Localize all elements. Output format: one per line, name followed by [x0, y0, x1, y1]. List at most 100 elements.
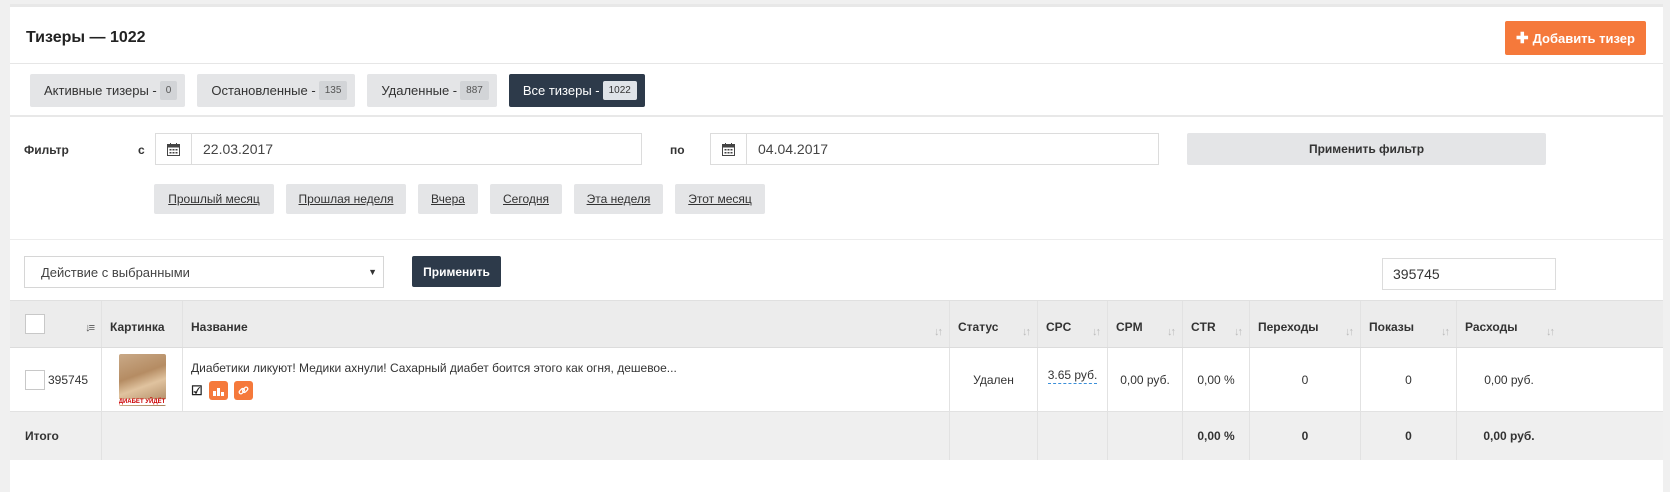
cpm-value: 0,00 руб.: [1120, 372, 1170, 387]
filter-label: Фильтр: [24, 143, 69, 157]
tab-label: Все тизеры -: [522, 83, 600, 98]
col-cpc[interactable]: CPC ↓↑: [1038, 301, 1108, 347]
sort-icon[interactable]: ↓↑: [1345, 326, 1354, 338]
quick-this-month[interactable]: Этот месяц: [675, 184, 765, 214]
quick-this-week[interactable]: Эта неделя: [574, 184, 663, 214]
plus-icon: ✚: [1516, 29, 1529, 47]
teasers-panel: Тизеры — 1022 ✚ Добавить тизер Активные …: [10, 4, 1663, 492]
stats-chart-icon[interactable]: [208, 381, 228, 400]
quick-today[interactable]: Сегодня: [490, 184, 562, 214]
cpm-cell: 0,00 руб.: [1108, 348, 1183, 411]
calendar-icon[interactable]: [711, 134, 747, 164]
add-teaser-label: Добавить тизер: [1532, 30, 1635, 46]
sort-icon[interactable]: ↓↑: [934, 326, 943, 338]
totals-empty-cell: [1038, 412, 1108, 460]
col-cpm[interactable]: CPM ↓↑: [1108, 301, 1183, 347]
apply-filter-button[interactable]: Применить фильтр: [1187, 133, 1546, 165]
tab-count-badge: 887: [460, 81, 489, 100]
totals-views: 0: [1405, 429, 1412, 443]
col-clicks[interactable]: Переходы ↓↑: [1250, 301, 1361, 347]
select-all-checkbox[interactable]: [25, 314, 45, 334]
col-status[interactable]: Статус ↓↑: [950, 301, 1038, 347]
sort-icon[interactable]: ↓↑: [1234, 326, 1243, 338]
page-title: Тизеры — 1022: [26, 29, 146, 46]
name-cell: Диабетики ликуют! Медики ахнули! Сахарны…: [183, 348, 950, 411]
teaser-image[interactable]: ДИАБЕТ УЙДЁТ: [118, 353, 166, 406]
table-row: 395745 ДИАБЕТ УЙДЁТ Диабетики ликуют! Ме…: [10, 348, 1663, 412]
col-ctr[interactable]: CTR ↓↑: [1183, 301, 1250, 347]
sort-icon[interactable]: ↓↑: [1441, 326, 1450, 338]
tab-count-badge: 135: [318, 81, 348, 100]
spend-value: 0,00 руб.: [1484, 372, 1534, 387]
sort-icon[interactable]: ↓↑: [1167, 326, 1176, 338]
totals-ctr: 0,00 %: [1197, 429, 1235, 443]
status-cell: Удален: [950, 348, 1038, 411]
apply-action-button[interactable]: Применить: [412, 256, 501, 287]
quick-yesterday[interactable]: Вчера: [418, 184, 478, 214]
row-checkbox[interactable]: [25, 369, 45, 390]
totals-clicks: 0: [1301, 429, 1309, 443]
sort-icon[interactable]: ↓↑: [1092, 326, 1101, 338]
teaser-name[interactable]: Диабетики ликуют! Медики ахнули! Сахарны…: [191, 361, 677, 375]
totals-clicks-cell: 0: [1250, 412, 1361, 460]
select-all-cell: ↓≡: [10, 301, 102, 347]
divider: [10, 239, 1663, 240]
tab-label: Активные тизеры -: [44, 83, 157, 98]
caret-down-icon: ▼: [368, 267, 377, 277]
clicks-value: 0: [1301, 372, 1309, 387]
spend-cell: 0,00 руб.: [1457, 348, 1561, 411]
totals-views-cell: 0: [1361, 412, 1457, 460]
col-spend[interactable]: Расходы ↓↑: [1457, 301, 1561, 347]
totals-ctr-cell: 0,00 %: [1183, 412, 1250, 460]
totals-label: Итого: [25, 429, 59, 443]
tab-count-badge: 0: [159, 81, 178, 100]
date-from-field[interactable]: 22.03.2017: [155, 133, 642, 165]
link-icon[interactable]: [233, 381, 253, 400]
status-value: Удален: [973, 372, 1014, 387]
totals-spend: 0,00 руб.: [1483, 429, 1535, 443]
image-cell: ДИАБЕТ УЙДЁТ: [102, 348, 183, 411]
date-to-value[interactable]: 04.04.2017: [747, 134, 1158, 164]
tab-deleted[interactable]: Удаленные - 887: [367, 74, 497, 107]
tab-label: Удаленные -: [381, 83, 458, 98]
quick-last-month[interactable]: Прошлый месяц: [154, 184, 274, 214]
quick-last-week[interactable]: Прошлая неделя: [286, 184, 406, 214]
sort-icon[interactable]: ↓↑: [1022, 326, 1031, 338]
col-image: Картинка: [102, 301, 183, 347]
totals-spend-cell: 0,00 руб.: [1457, 412, 1561, 460]
ctr-cell: 0,00 %: [1183, 348, 1250, 411]
views-value: 0: [1405, 372, 1412, 387]
add-teaser-button[interactable]: ✚ Добавить тизер: [1505, 21, 1646, 55]
panel-header: Тизеры — 1022 ✚ Добавить тизер: [10, 7, 1663, 64]
ctr-value: 0,00 %: [1197, 372, 1235, 387]
views-cell: 0: [1361, 348, 1457, 411]
sort-icon[interactable]: ↓↑: [1546, 326, 1555, 338]
totals-empty-cell: [1108, 412, 1183, 460]
cpc-cell: 3.65 руб.: [1038, 348, 1108, 411]
date-from-label: с: [138, 143, 145, 157]
tab-stopped[interactable]: Остановленные - 135: [197, 74, 356, 107]
checkbox-check-icon[interactable]: ☑: [191, 383, 203, 399]
date-from-value[interactable]: 22.03.2017: [192, 134, 641, 164]
tab-all[interactable]: Все тизеры - 1022: [508, 74, 645, 107]
tab-label: Остановленные -: [211, 83, 316, 98]
teaser-image-caption: ДИАБЕТ УЙДЁТ: [118, 398, 166, 405]
totals-empty-cell: [102, 412, 950, 460]
bulk-action-select[interactable]: Действие с выбранными ▼: [24, 256, 384, 288]
totals-label-cell: Итого: [10, 412, 102, 460]
tab-active[interactable]: Активные тизеры - 0: [30, 74, 186, 107]
bulk-action-value: Действие с выбранными: [41, 264, 190, 280]
tab-count-badge: 1022: [602, 81, 637, 100]
col-name[interactable]: Название ↓↑: [183, 301, 950, 347]
sort-desc-icon[interactable]: ↓≡: [85, 322, 95, 334]
table-footer-totals: Итого 0,00 % 0 0 0,00 руб.: [10, 412, 1663, 460]
search-input[interactable]: [1382, 258, 1556, 290]
calendar-icon[interactable]: [156, 134, 192, 164]
col-views[interactable]: Показы ↓↑: [1361, 301, 1457, 347]
row-select-cell: 395745: [10, 348, 102, 411]
row-action-icons: ☑: [191, 381, 253, 400]
status-tabs: Активные тизеры - 0 Остановленные - 135 …: [30, 74, 645, 107]
date-to-field[interactable]: 04.04.2017: [710, 133, 1159, 165]
cpc-value[interactable]: 3.65 руб.: [1047, 368, 1098, 384]
teaser-id: 395745: [48, 372, 89, 387]
